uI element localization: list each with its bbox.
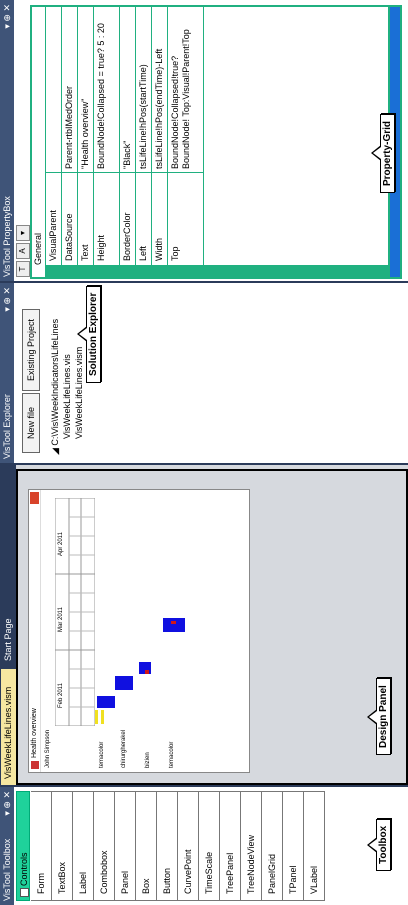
design-canvas[interactable]: Health overview John Simpson temacolor c… (16, 469, 408, 785)
property-grid-callout: Property-Grid (380, 113, 395, 193)
toolbox-item-timescale[interactable]: TimeScale (199, 791, 220, 901)
tree-file-vis[interactable]: VisWeekLifeLines.vis (62, 354, 72, 439)
property-name: VisualParent (48, 210, 58, 261)
timeline-bar[interactable] (115, 676, 133, 690)
propbox-toolbar: T A ▾ (15, 179, 30, 279)
dropdown-button[interactable]: ▾ (16, 225, 30, 241)
status-ready: Ready (396, 876, 406, 903)
timeline-marker (171, 621, 176, 624)
timeline-marker (145, 670, 149, 674)
toolbox-title-bar: VisTool Toolbox ▾ ⊕ ✕ (0, 787, 14, 905)
tab-start-page[interactable]: Start Page (1, 607, 16, 667)
month-label: Feb 2011 (58, 683, 64, 708)
toolbox-item-panel[interactable]: Panel (115, 791, 136, 901)
tree-root-folder[interactable]: ◢ C:\Vis\WeekIndicators\LifeLines (50, 319, 61, 455)
alphabetical-button[interactable]: A (16, 243, 30, 259)
property-row[interactable]: BorderColor "Black" (119, 7, 135, 265)
property-row[interactable]: DataSource Parent-rtbIMedOrder (61, 7, 77, 265)
toolbox-item-curvepoint[interactable]: CurvePoint (178, 791, 199, 901)
tree-file-vism[interactable]: VisWeekLifeLines.vism (74, 347, 84, 439)
month-label: Apr 2011 (58, 532, 64, 556)
solution-explorer-callout: Solution Explorer (86, 285, 101, 383)
categorized-button[interactable]: T (16, 261, 30, 277)
designed-form[interactable]: Health overview John Simpson temacolor c… (28, 489, 250, 773)
property-name: Left (138, 245, 148, 261)
property-value[interactable]: BoundNode!Collapsed!true? BoundNode! Top… (170, 9, 192, 169)
timeline-marker (101, 710, 104, 724)
toolbox-item-box[interactable]: Box (136, 791, 157, 901)
property-grid: General VisualParent DataSource Parent-r… (30, 5, 402, 279)
property-box-panel: VisTool PropertyBox ▾ ⊕ ✕ T A ▾ General … (0, 0, 408, 281)
row-label: temacolor (99, 741, 105, 768)
property-row[interactable]: VisualParent (45, 7, 61, 265)
tab-label: VisWeekLifeLines.vism (3, 686, 13, 779)
property-name: BorderColor (122, 212, 132, 261)
property-row[interactable]: Top BoundNode!Collapsed!true? BoundNode!… (167, 7, 203, 265)
property-section-general[interactable]: General (32, 7, 45, 277)
property-name: DataSource (64, 213, 74, 261)
design-panel-callout: Design Panel (376, 678, 391, 755)
toolbox-controls-header[interactable]: Controls (16, 791, 30, 901)
tab-visweeklifelines[interactable]: VisWeekLifeLines.vism ✕ (1, 669, 28, 785)
form-title-bar: Health overview (29, 490, 41, 772)
row-label: chirurgherakel (121, 729, 127, 768)
toolbox-item-label[interactable]: Label (73, 791, 94, 901)
explorer-title: VisTool Explorer (2, 394, 12, 459)
close-icon[interactable] (30, 492, 39, 504)
propbox-title-bar: VisTool PropertyBox ▾ ⊕ ✕ (0, 0, 14, 281)
timeline-marker (95, 710, 98, 724)
form-title: Health overview (31, 708, 38, 758)
toolbox-panel: VisTool Toolbox ▾ ⊕ ✕ Controls Form Text… (0, 785, 408, 905)
property-row[interactable]: Text "Health overview" (77, 7, 93, 265)
toolbox-title: VisTool Toolbox (2, 838, 12, 901)
toolbox-item-panelgrid[interactable]: PanelGrid (262, 791, 283, 901)
propbox-window-controls[interactable]: ▾ ⊕ ✕ (0, 4, 14, 29)
timeline-bar[interactable] (97, 696, 115, 708)
property-value[interactable]: Parent-rtbIMedOrder (64, 9, 75, 169)
property-value[interactable]: tsLifeLine!hPos(startTime) (138, 9, 149, 169)
ide-window: VisTool Toolbox ▾ ⊕ ✕ Controls Form Text… (0, 0, 408, 905)
toolbox-item-treenodeview[interactable]: TreeNodeView (241, 791, 262, 901)
property-value[interactable]: tsLifeLine!hPos(endTime)-Left (154, 9, 165, 169)
toolbox-item-button[interactable]: Button (157, 791, 178, 901)
property-row[interactable]: Width tsLifeLine!hPos(endTime)-Left (151, 7, 167, 265)
toolbox-item-vlabel[interactable]: VLabel (304, 791, 325, 901)
toolbox-item-tpanel[interactable]: TPanel (283, 791, 304, 901)
existing-project-button[interactable]: Existing Project (22, 309, 40, 391)
toolbox-item-combobox[interactable]: Combobox (94, 791, 115, 901)
toolbox-list: Form TextBox Label Combobox Panel Box Bu… (31, 791, 325, 901)
toolbox-item-treepanel[interactable]: TreePanel (220, 791, 241, 901)
document-tabs: VisWeekLifeLines.vism ✕ Start Page (0, 465, 28, 785)
property-name: Width (154, 237, 164, 261)
explorer-panel: VisTool Explorer ▾ ⊕ ✕ New file Existing… (0, 281, 408, 463)
propbox-title: VisTool PropertyBox (2, 196, 12, 277)
form-window-buttons (30, 492, 39, 522)
design-area: VisWeekLifeLines.vism ✕ Start Page Healt… (0, 465, 408, 785)
property-row[interactable]: Left tsLifeLine!hPos(startTime) (135, 7, 151, 265)
month-label: Mar 2011 (58, 607, 64, 632)
row-label: bizien (145, 752, 151, 768)
toolbox-window-controls[interactable]: ▾ ⊕ ✕ (0, 791, 14, 816)
toolbox-item-textbox[interactable]: TextBox (52, 791, 73, 901)
property-name: Text (80, 244, 90, 261)
property-name: Height (96, 234, 106, 261)
app-icon (31, 761, 39, 769)
toolbox-item-form[interactable]: Form (31, 791, 52, 901)
new-file-button[interactable]: New file (22, 393, 40, 453)
patient-name: John Simpson (45, 729, 51, 768)
property-name: Top (170, 246, 180, 261)
property-value[interactable]: "Black" (122, 9, 133, 169)
property-value[interactable]: "Health overview" (80, 9, 91, 169)
property-row[interactable]: Height BoundNode!Collapsed = true? 5 : 2… (93, 7, 119, 265)
right-column: VisTool Explorer ▾ ⊕ ✕ New file Existing… (0, 0, 408, 463)
explorer-title-bar: VisTool Explorer ▾ ⊕ ✕ (0, 283, 14, 463)
property-grid-empty (203, 7, 388, 265)
toolbox-callout: Toolbox (376, 818, 391, 871)
explorer-window-controls[interactable]: ▾ ⊕ ✕ (0, 287, 14, 312)
property-value[interactable]: BoundNode!Collapsed = true? 5 : 20 (96, 9, 107, 169)
row-label: temacolor (169, 741, 175, 768)
